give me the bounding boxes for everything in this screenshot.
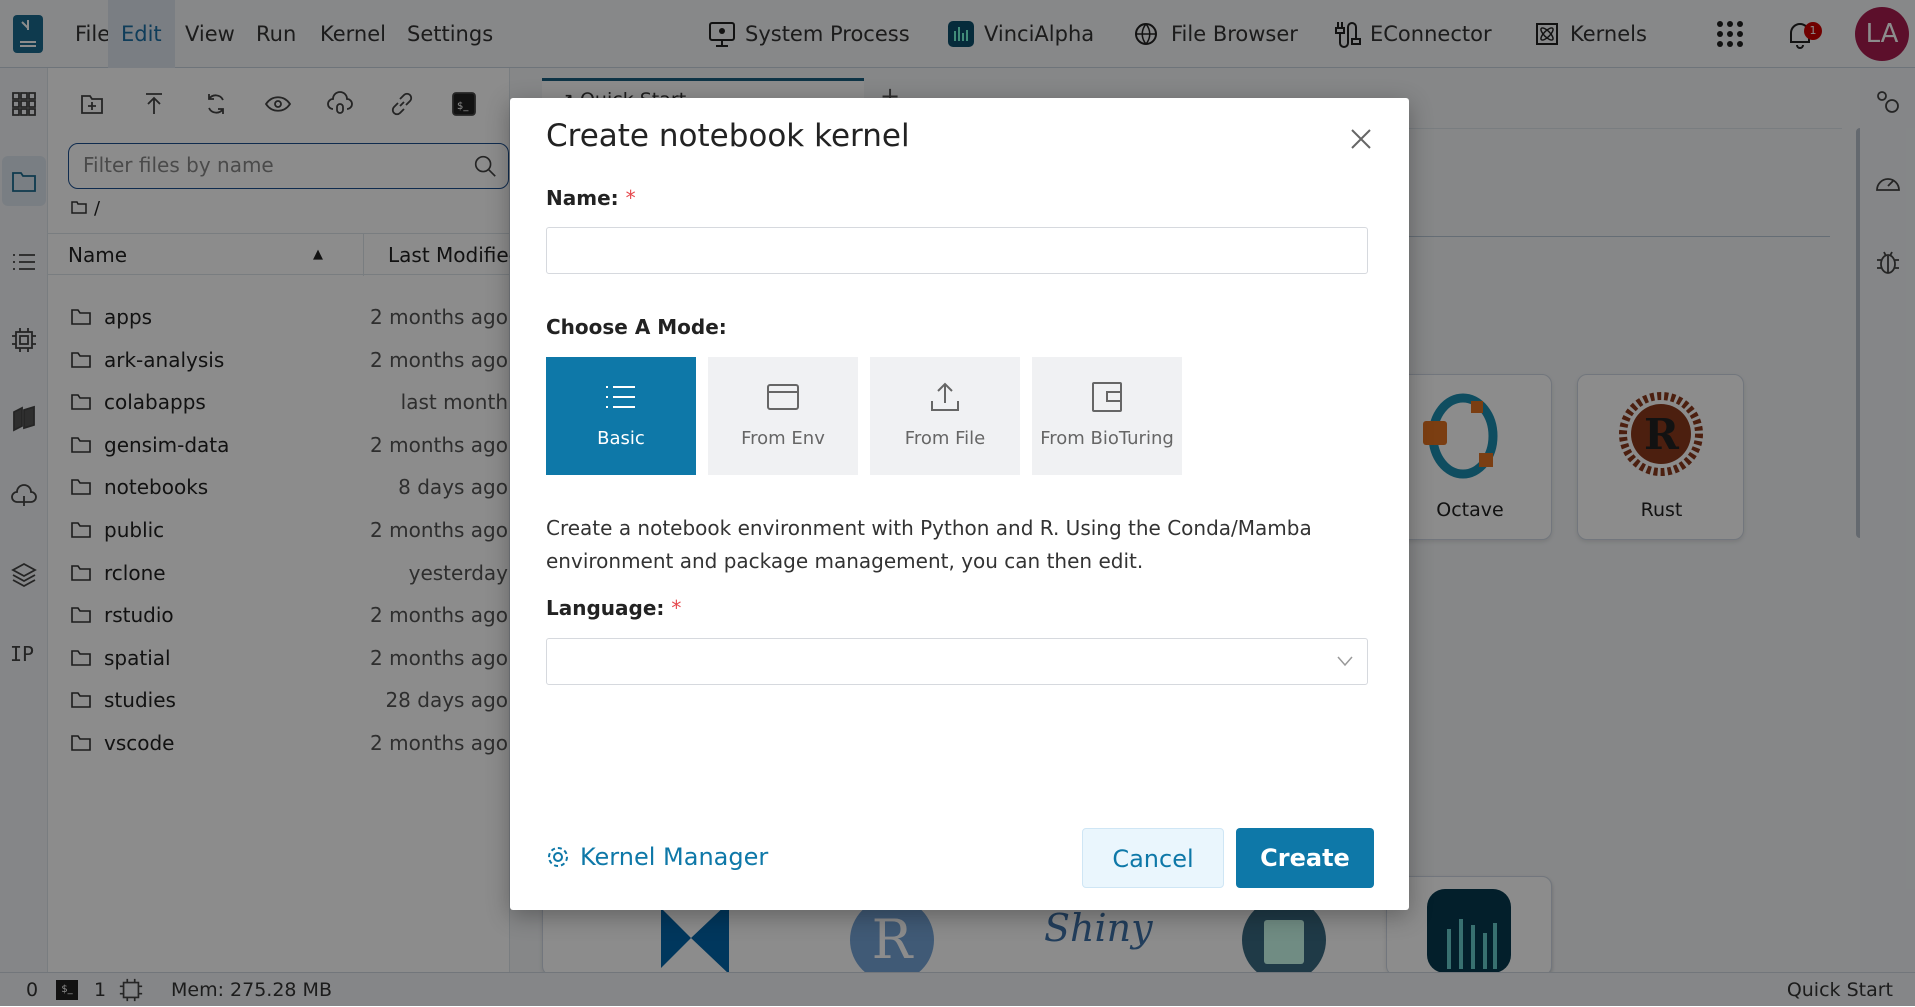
mode-label: Choose A Mode: bbox=[546, 315, 727, 339]
language-select[interactable] bbox=[546, 638, 1368, 685]
create-button[interactable]: Create bbox=[1236, 828, 1374, 888]
name-label: Name: * bbox=[546, 186, 636, 210]
mode-description: Create a notebook environment with Pytho… bbox=[546, 516, 1312, 573]
create-kernel-dialog: Create notebook kernel Name: * Choose A … bbox=[510, 98, 1409, 910]
window-icon bbox=[767, 384, 799, 410]
dialog-title: Create notebook kernel bbox=[546, 118, 910, 154]
kernel-manager-link[interactable]: Kernel Manager bbox=[546, 843, 768, 871]
mode-from-bioturing[interactable]: From BioTuring bbox=[1032, 357, 1182, 475]
cancel-button[interactable]: Cancel bbox=[1082, 828, 1224, 888]
upload-icon bbox=[931, 382, 959, 411]
language-label: Language: * bbox=[546, 596, 682, 620]
mode-from-env[interactable]: From Env bbox=[708, 357, 858, 475]
name-input[interactable] bbox=[546, 227, 1368, 274]
chevron-down-icon bbox=[1337, 656, 1353, 667]
list-icon bbox=[606, 386, 635, 408]
mode-from-file[interactable]: From File bbox=[870, 357, 1020, 475]
gear-icon bbox=[548, 847, 568, 867]
close-icon[interactable] bbox=[1350, 128, 1372, 150]
mode-basic[interactable]: Basic bbox=[546, 357, 696, 475]
wallet-icon bbox=[1092, 382, 1122, 412]
